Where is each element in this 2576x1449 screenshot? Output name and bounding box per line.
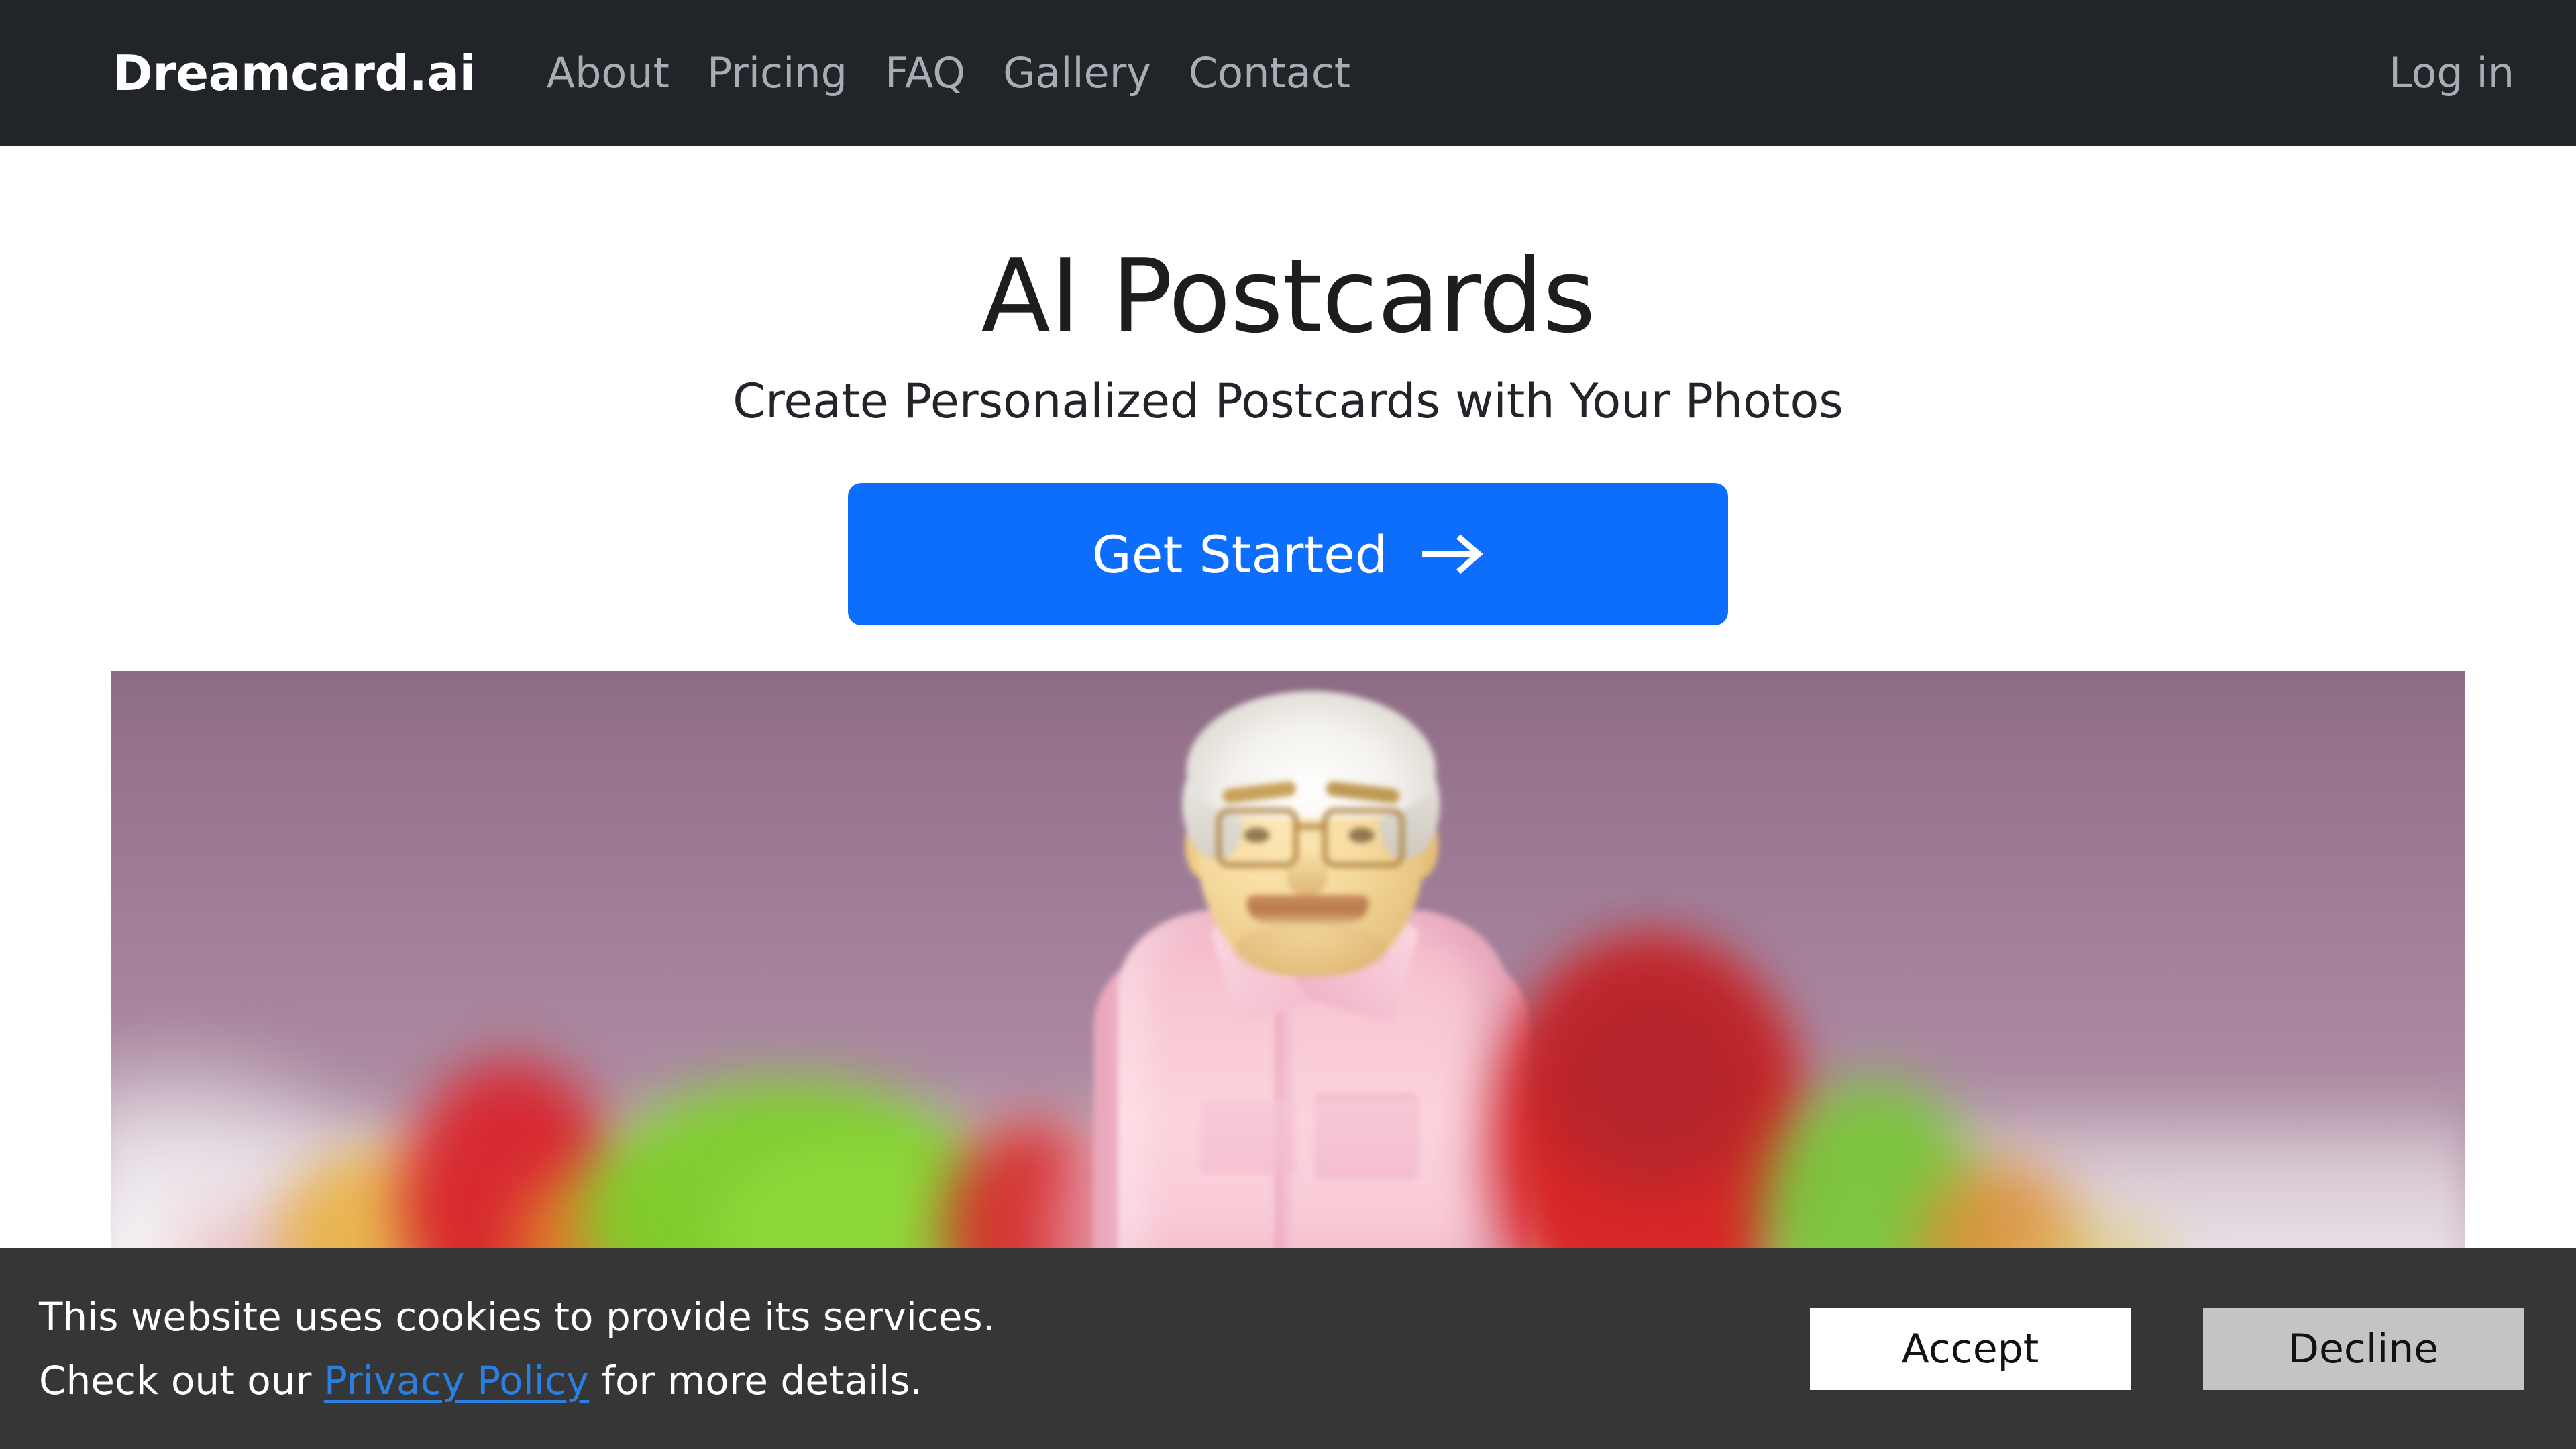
nav-item-about: About	[528, 52, 688, 94]
cookie-message-line-2-suffix: for more details.	[589, 1357, 923, 1403]
fruit-blob-red-right-2	[1534, 953, 1775, 1194]
hero-image	[111, 671, 2465, 1288]
nav-item-gallery: Gallery	[984, 52, 1170, 94]
nav-link-about[interactable]: About	[528, 52, 688, 94]
accept-cookies-button[interactable]: Accept	[1810, 1307, 2131, 1390]
cta-wrapper: Get Started	[0, 483, 2576, 626]
hero-subtitle: Create Personalized Postcards with Your …	[733, 374, 1843, 429]
nav-item-faq: FAQ	[866, 52, 984, 94]
cookie-actions: Accept Decline	[1810, 1307, 2524, 1390]
cookie-message: This website uses cookies to provide its…	[39, 1285, 995, 1412]
top-navbar: Dreamcard.ai About Pricing FAQ Gallery C…	[0, 0, 2576, 146]
nav-link-gallery[interactable]: Gallery	[984, 52, 1170, 94]
get-started-label: Get Started	[1091, 524, 1388, 584]
figurine	[1053, 684, 1563, 1288]
figurine-nose	[1287, 851, 1328, 895]
figurine-shirt-pocket-right	[1316, 1095, 1417, 1175]
figurine-shirt-pocket-left	[1201, 1100, 1295, 1174]
nav-link-faq[interactable]: FAQ	[866, 52, 984, 94]
figurine-glasses-left	[1216, 808, 1299, 868]
arrow-right-icon	[1419, 533, 1484, 576]
decline-cookies-button[interactable]: Decline	[2203, 1307, 2524, 1390]
nav-link-contact[interactable]: Contact	[1170, 52, 1369, 94]
nav-item-pricing: Pricing	[688, 52, 866, 94]
figurine-glasses-bridge	[1296, 824, 1325, 830]
figurine-chin	[1233, 923, 1388, 977]
navbar-right: Log in	[2370, 52, 2533, 94]
page-root: Dreamcard.ai About Pricing FAQ Gallery C…	[0, 0, 2576, 1449]
nav-item-contact: Contact	[1170, 52, 1369, 94]
page-title: AI Postcards	[981, 237, 1595, 356]
cookie-message-line-1: This website uses cookies to provide its…	[39, 1293, 996, 1340]
figurine-glasses-right	[1322, 808, 1405, 868]
cookie-message-line-2: Check out our Privacy Policy for more de…	[39, 1349, 995, 1413]
cookie-consent-banner: This website uses cookies to provide its…	[0, 1248, 2576, 1449]
figurine-mouth	[1246, 895, 1369, 924]
nav-links: About Pricing FAQ Gallery Contact	[528, 52, 1369, 94]
nav-link-pricing[interactable]: Pricing	[688, 52, 866, 94]
login-link[interactable]: Log in	[2370, 52, 2533, 94]
cookie-message-line-2-prefix: Check out our	[39, 1357, 324, 1403]
hero-section: AI Postcards Create Personalized Postcar…	[0, 146, 2576, 626]
get-started-button[interactable]: Get Started	[848, 483, 1728, 626]
brand-logo[interactable]: Dreamcard.ai	[113, 49, 476, 97]
privacy-policy-link[interactable]: Privacy Policy	[324, 1358, 589, 1403]
